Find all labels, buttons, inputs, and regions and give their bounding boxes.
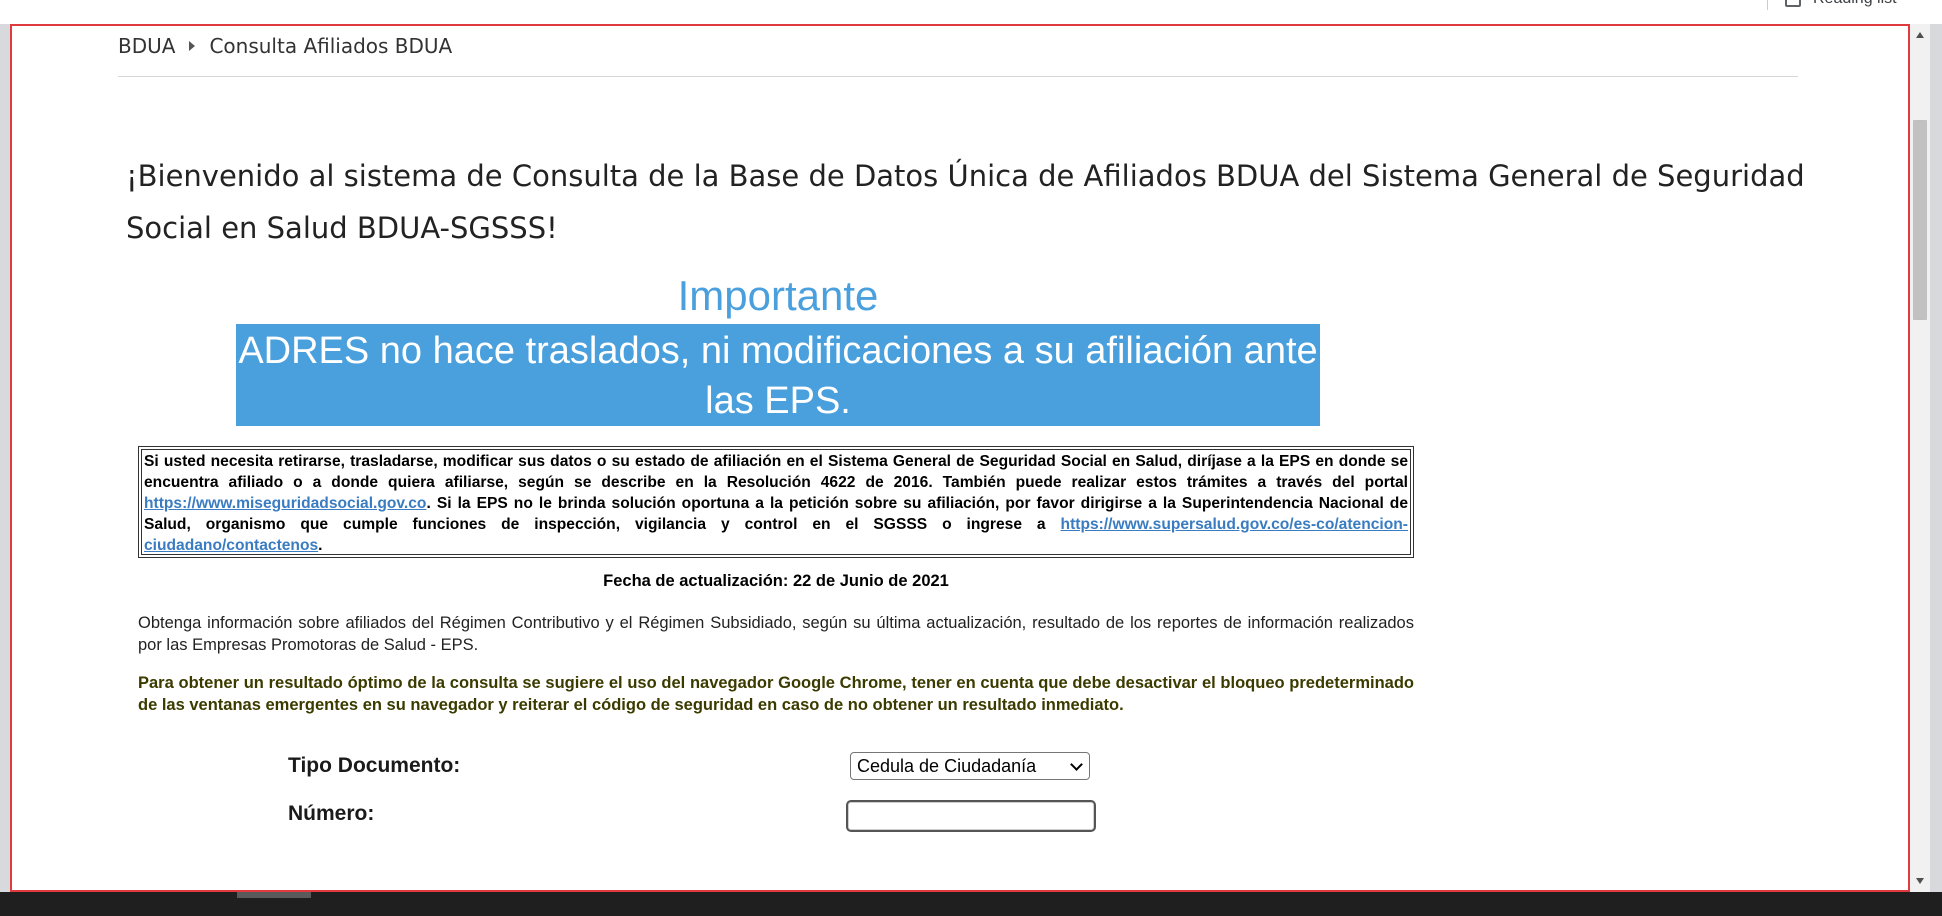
update-date: Fecha de actualización: 22 de Junio de 2… (603, 572, 949, 590)
welcome-title: ¡Bienvenido al sistema de Consulta de la… (126, 159, 1805, 245)
importante-banner: ADRES no hace traslados, ni modificacion… (236, 324, 1320, 426)
breadcrumb: BDUA Consulta Afiliados BDUA (118, 34, 452, 58)
notice-text-part-3: . (318, 537, 323, 554)
reading-list-button[interactable]: Reading list (1785, 0, 1897, 9)
bookmarks-bar: Reading list (0, 0, 1942, 24)
notice-text: Si usted necesita retirarse, trasladarse… (141, 449, 1411, 555)
taskbar-item[interactable] (237, 892, 311, 898)
importante-heading: Importante (677, 272, 879, 319)
miseguridadsocial-link[interactable]: https://www.miseguridadsocial.gov.co (144, 495, 426, 512)
breadcrumb-current: Consulta Afiliados BDUA (209, 34, 453, 58)
scrollbar[interactable] (1910, 24, 1930, 892)
tipo-documento-selected: Cedula de Ciudadanía (857, 756, 1037, 776)
notice-box: Si usted necesita retirarse, trasladarse… (138, 446, 1414, 558)
numero-label: Número: (288, 802, 375, 825)
notice-text-part-1: Si usted necesita retirarse, trasladarse… (144, 453, 1408, 491)
browser-recommendation: Para obtener un resultado óptimo de la c… (138, 674, 1414, 714)
page-content: BDUA Consulta Afiliados BDUA ¡Bienvenido… (10, 24, 1910, 892)
taskbar-strip (0, 892, 1942, 916)
breadcrumb-root-link[interactable]: BDUA (118, 34, 175, 58)
bookmarks-separator (1767, 0, 1768, 10)
scroll-up-arrow-icon[interactable] (1910, 30, 1930, 44)
info-paragraph: Obtenga información sobre afiliados del … (138, 614, 1414, 654)
tipo-documento-select[interactable]: Cedula de Ciudadanía (850, 752, 1090, 780)
breadcrumb-separator-icon (189, 41, 196, 51)
scroll-down-arrow-icon[interactable] (1910, 874, 1930, 888)
tipo-documento-label: Tipo Documento: (288, 754, 461, 777)
reading-list-label: Reading list (1813, 0, 1897, 8)
chevron-down-icon (1070, 758, 1083, 771)
breadcrumb-divider (118, 76, 1798, 77)
numero-input[interactable] (846, 800, 1096, 832)
reading-list-icon (1785, 0, 1801, 7)
scrollbar-thumb[interactable] (1913, 120, 1927, 320)
